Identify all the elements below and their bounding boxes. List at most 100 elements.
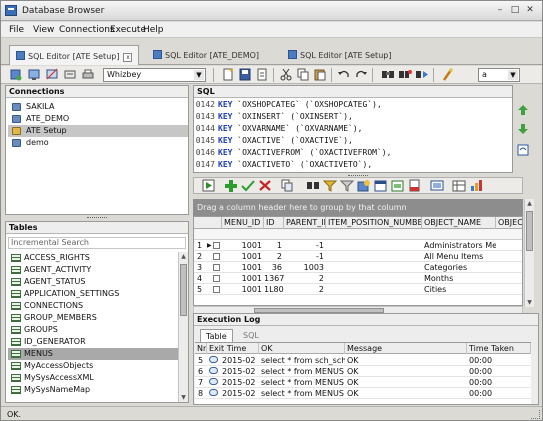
- scrollbar-thumb[interactable]: [180, 264, 187, 316]
- table-row[interactable]: 2 1001 2 -1 All Menu Items: [194, 251, 522, 262]
- table-item[interactable]: MySysNameMap: [8, 384, 178, 396]
- grid-cell[interactable]: [326, 273, 422, 284]
- disconnect-icon[interactable]: [45, 68, 59, 81]
- row-checkbox[interactable]: [213, 264, 220, 271]
- print-icon[interactable]: [430, 179, 444, 192]
- tab-table[interactable]: Table: [200, 329, 233, 342]
- table-item[interactable]: GROUPS: [8, 324, 178, 336]
- grid-cell[interactable]: 1: [264, 240, 284, 251]
- scroll-down-icon[interactable]: ▼: [525, 298, 534, 307]
- table-row[interactable]: 3 1001 36 1003 Categories: [194, 262, 522, 273]
- row-checkbox[interactable]: [213, 275, 220, 282]
- cut-icon[interactable]: [279, 68, 293, 81]
- menu-connections[interactable]: Connections: [59, 25, 115, 35]
- redo-icon[interactable]: [354, 68, 368, 81]
- refresh-icon[interactable]: [517, 144, 529, 156]
- grid-cell[interactable]: 1367: [264, 273, 284, 284]
- tab-sql-editor-ate-setup[interactable]: SQL Editor [ATE Setup] x: [9, 45, 140, 65]
- column-header[interactable]: ITEM_POSITION_NUMBER: [326, 217, 422, 229]
- column-header[interactable]: OBJECT_NAME: [422, 217, 496, 229]
- format-brush-icon[interactable]: [441, 68, 455, 81]
- table-row[interactable]: 4 1001 1367 2 Months: [194, 273, 522, 284]
- log-row[interactable]: 8 2015-02 select * from MENUS OK 00:00: [195, 388, 531, 399]
- close-icon[interactable]: ✕: [523, 4, 537, 17]
- row-checkbox[interactable]: [213, 253, 220, 260]
- connection-item-ate-demo[interactable]: ATE_DEMO: [8, 113, 188, 125]
- new-query-icon[interactable]: [221, 68, 235, 81]
- execute-icon[interactable]: [202, 179, 216, 192]
- column-header[interactable]: PARENT_ID: [284, 217, 326, 229]
- group-by-area[interactable]: Drag a column header here to group by th…: [193, 199, 523, 216]
- table-item-menus[interactable]: MENUS: [8, 348, 178, 360]
- grid-cell[interactable]: 1L80: [264, 284, 284, 295]
- undo-icon[interactable]: [337, 68, 351, 81]
- grid-cell[interactable]: 1001: [222, 273, 264, 284]
- save-icon[interactable]: [238, 68, 252, 81]
- grid-cell[interactable]: 2: [284, 273, 326, 284]
- add-row-icon[interactable]: [224, 179, 238, 192]
- table-item[interactable]: ACCESS_RIGHTS: [8, 252, 178, 264]
- menu-file[interactable]: File: [9, 25, 24, 35]
- column-header[interactable]: Message: [345, 343, 467, 354]
- grid-cell[interactable]: 2: [264, 251, 284, 262]
- grid-vertical-scrollbar[interactable]: ▲ ▼: [524, 199, 534, 307]
- grid-cell[interactable]: [326, 240, 422, 251]
- copy-icon[interactable]: [296, 68, 310, 81]
- log-row[interactable]: 5 2015-02 select * from sch_schedule OK …: [195, 355, 531, 366]
- font-size-select[interactable]: a ▼: [478, 68, 520, 82]
- scroll-down-icon[interactable]: ▼: [179, 393, 188, 402]
- edit-connection-icon[interactable]: [63, 68, 77, 81]
- grid-cell[interactable]: 1001: [222, 240, 264, 251]
- table-item[interactable]: GROUP_MEMBERS: [8, 312, 178, 324]
- minimize-icon[interactable]: –: [493, 4, 507, 17]
- table-item[interactable]: APPLICATION_SETTINGS: [8, 288, 178, 300]
- filter-row[interactable]: [194, 229, 522, 240]
- tab-close-icon[interactable]: x: [123, 53, 133, 62]
- table-item[interactable]: AGENT_STATUS: [8, 276, 178, 288]
- delete-row-icon[interactable]: [258, 179, 272, 192]
- column-header[interactable]: MENU_ID: [222, 217, 264, 229]
- grid-cell[interactable]: Cities: [424, 284, 496, 295]
- table-row[interactable]: 1 ▶ 1001 1 -1 Administrators Menu: [194, 240, 522, 251]
- table-item[interactable]: MySysAccessXML: [8, 372, 178, 384]
- column-header[interactable]: OBJECT: [496, 217, 522, 229]
- chart-icon[interactable]: [469, 179, 483, 192]
- grid-cell[interactable]: All Menu Items: [424, 251, 496, 262]
- export-icon[interactable]: [374, 179, 388, 192]
- connection-item-ate-setup[interactable]: ATE Setup: [8, 125, 188, 137]
- scroll-up-icon[interactable]: ▲: [525, 199, 534, 208]
- copy-row-icon[interactable]: [280, 179, 294, 192]
- table-item[interactable]: ID_GENERATOR: [8, 336, 178, 348]
- find-icon[interactable]: [306, 179, 320, 192]
- grid-cell[interactable]: 1003: [284, 262, 326, 273]
- grid-cell[interactable]: 2: [284, 284, 326, 295]
- clear-filter-icon[interactable]: [340, 179, 354, 192]
- arrow-up-icon[interactable]: [517, 104, 529, 116]
- table-item[interactable]: CONNECTIONS: [8, 300, 178, 312]
- grid-cell[interactable]: Categories: [424, 262, 496, 273]
- grid-cell[interactable]: [326, 251, 422, 262]
- left-splitter[interactable]: [5, 216, 189, 219]
- grid-cell[interactable]: -1: [284, 251, 326, 262]
- import-icon[interactable]: [357, 179, 371, 192]
- filter-icon[interactable]: [323, 179, 337, 192]
- find-next-icon[interactable]: [415, 68, 429, 81]
- table-item[interactable]: MyAccessObjects: [8, 360, 178, 372]
- grid-cell[interactable]: 36: [264, 262, 284, 273]
- grid-cell[interactable]: [326, 262, 422, 273]
- grid-cell[interactable]: 1001: [222, 251, 264, 262]
- column-header[interactable]: ID: [264, 217, 284, 229]
- scrollbar-thumb[interactable]: [526, 211, 533, 251]
- table-item[interactable]: AGENT_ACTIVITY: [8, 264, 178, 276]
- grid-cell[interactable]: [326, 284, 422, 295]
- open-file-icon[interactable]: [255, 68, 269, 81]
- printer-icon[interactable]: [81, 68, 95, 81]
- export-pdf-icon[interactable]: [408, 179, 422, 192]
- connection-item-demo[interactable]: demo: [8, 137, 188, 149]
- row-checkbox[interactable]: [213, 286, 220, 293]
- arrow-down-icon[interactable]: [517, 123, 529, 135]
- tables-scrollbar[interactable]: ▲ ▼: [178, 252, 188, 402]
- sql-editor-text[interactable]: 0142 KEY `OXSHOPCATEG` (`OXSHOPCATEG`), 0…: [194, 99, 512, 173]
- menu-execute[interactable]: Execute: [110, 25, 146, 35]
- log-row[interactable]: 7 2015-02 select * from MENUS OK 00:00: [195, 377, 531, 388]
